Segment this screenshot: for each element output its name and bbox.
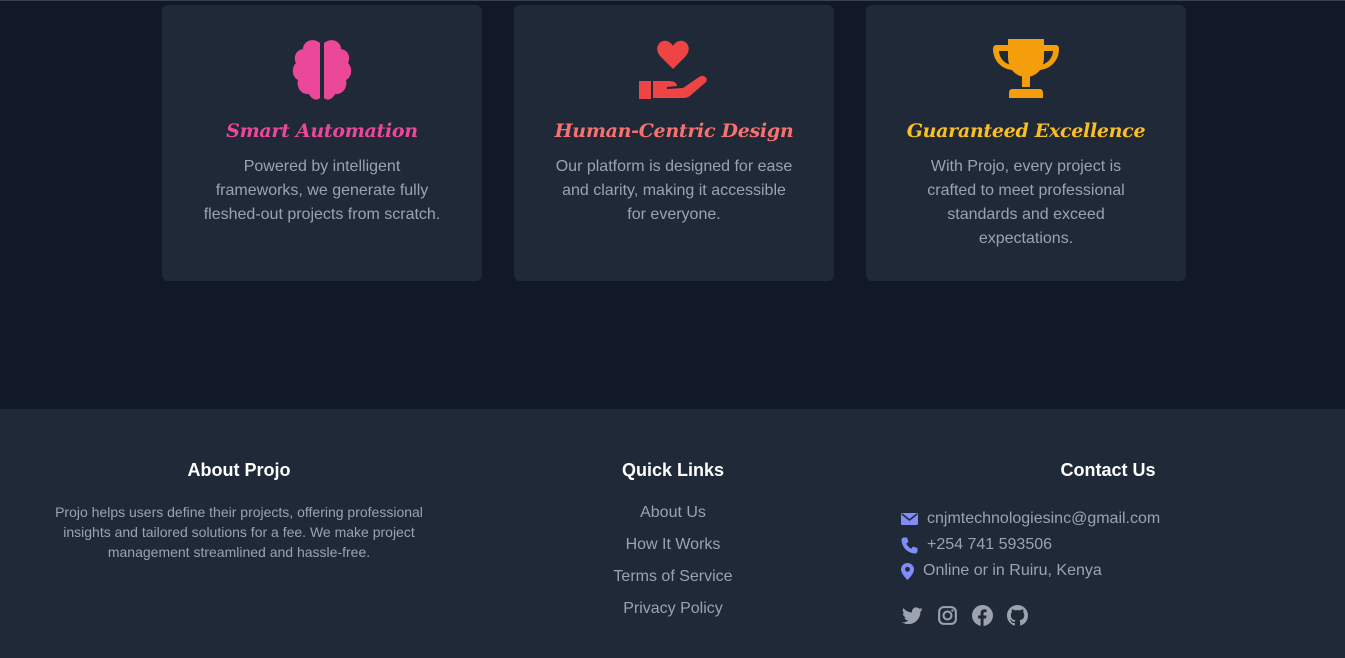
about-text: Projo helps users define their projects,… (55, 504, 423, 560)
feature-title: Smart Automation (226, 120, 418, 142)
footer-link-privacy[interactable]: Privacy Policy (573, 599, 773, 631)
envelope-icon (901, 513, 918, 525)
feature-description: Our platform is designed for ease and cl… (555, 158, 793, 223)
contact-location: Online or in Ruiru, Kenya (923, 562, 1102, 579)
about-heading: About Projo (187, 460, 291, 480)
instagram-icon[interactable] (937, 605, 958, 626)
footer-link-about-us[interactable]: About Us (573, 503, 773, 535)
feature-title: Human-Centric Design (554, 120, 794, 142)
footer-link-how-it-works[interactable]: How It Works (573, 535, 773, 567)
heart-hand-icon (514, 37, 834, 107)
feature-title: Guaranteed Excellence (906, 120, 1146, 142)
trophy-icon (866, 37, 1186, 107)
twitter-icon[interactable] (902, 605, 923, 626)
contact-location-row: Online or in Ruiru, Kenya (901, 555, 1231, 587)
contact-heading: Contact Us (1060, 460, 1156, 480)
features-section: Smart Automation Powered by intelligent … (0, 0, 1345, 409)
github-icon[interactable] (1007, 605, 1028, 626)
quick-links: About Us How It Works Terms of Service P… (573, 503, 773, 631)
brain-icon (162, 37, 482, 107)
contact-phone[interactable]: +254 741 593506 (927, 535, 1052, 555)
quick-links-heading: Quick Links (621, 460, 725, 480)
feature-description: With Projo, every project is crafted to … (927, 158, 1125, 247)
footer-link-terms[interactable]: Terms of Service (573, 567, 773, 599)
map-pin-icon (901, 562, 914, 580)
phone-icon (901, 537, 918, 553)
feature-card-guaranteed-excellence: Guaranteed Excellence With Projo, every … (866, 5, 1186, 281)
contact-email[interactable]: cnjmtechnologiesinc@gmail.com (927, 509, 1160, 529)
social-links (902, 605, 1042, 626)
facebook-icon[interactable] (972, 605, 993, 626)
feature-card-smart-automation: Smart Automation Powered by intelligent … (162, 5, 482, 281)
feature-description: Powered by intelligent frameworks, we ge… (203, 158, 441, 223)
site-footer: About Projo Projo helps users define the… (0, 409, 1345, 658)
contact-list: cnjmtechnologiesinc@gmail.com +254 741 5… (901, 503, 1231, 587)
feature-card-human-centric-design: Human-Centric Design Our platform is des… (514, 5, 834, 281)
